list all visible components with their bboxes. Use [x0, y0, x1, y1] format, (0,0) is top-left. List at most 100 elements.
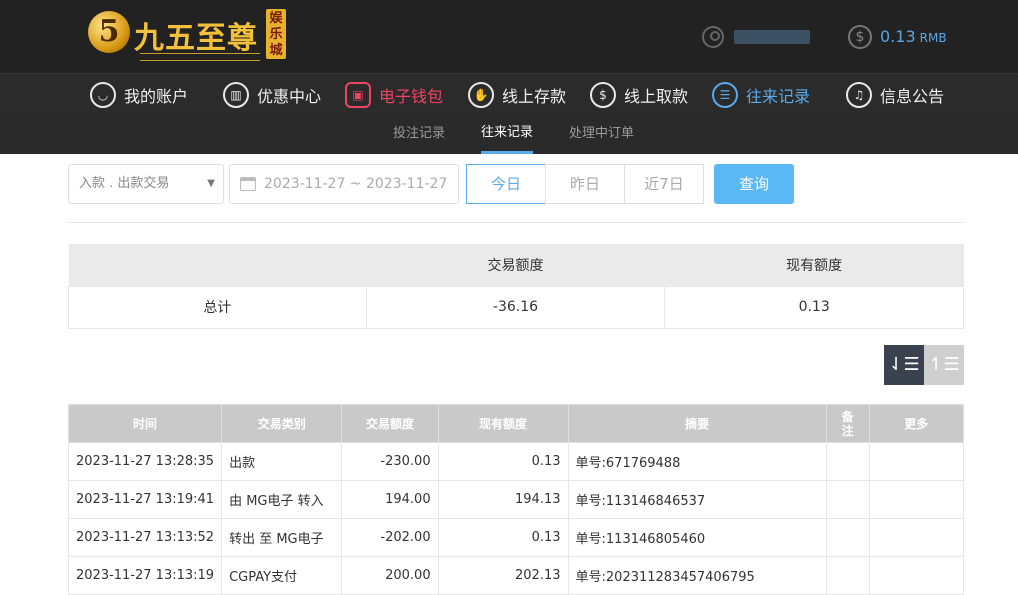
- column-header-amount[interactable]: 交易额度: [341, 404, 439, 443]
- cell-balance: 202.13: [437, 556, 569, 595]
- cell-more[interactable]: [868, 442, 965, 481]
- nav-item-promotions[interactable]: ▥ 优惠中心: [223, 74, 321, 115]
- column-header-type[interactable]: 交易类别: [221, 404, 343, 443]
- cell-amount: 194.00: [341, 480, 439, 519]
- date-range-input[interactable]: 2023-11-27 ~ 2023-11-27: [229, 164, 459, 204]
- cell-summary: 单号:671769488: [567, 442, 827, 481]
- deposit-icon: ✋: [468, 81, 494, 108]
- nav-item-account[interactable]: ◡ 我的账户: [90, 74, 188, 115]
- summary-header-cell: [68, 244, 367, 286]
- coin-icon: $: [848, 25, 872, 49]
- sort-ascending-icon: ↿☰: [928, 354, 960, 375]
- transaction-type-select[interactable]: 入款 . 出款交易 ▼: [68, 164, 224, 204]
- withdraw-icon: $: [590, 81, 616, 108]
- user-icon[interactable]: [702, 26, 724, 48]
- date-range-value: 2023-11-27 ~ 2023-11-27: [264, 176, 448, 192]
- cell-time: 2023-11-27 13:13:52: [67, 518, 223, 557]
- cell-type: 转出 至 MG电子: [221, 518, 343, 557]
- chevron-down-icon: ▼: [207, 178, 215, 189]
- username-masked: [734, 30, 810, 44]
- column-header-more[interactable]: 更多: [868, 404, 965, 443]
- cell-more[interactable]: [868, 480, 965, 519]
- balance-unit: RMB: [919, 31, 947, 45]
- records-header-row: 时间 交易类别 交易额度 现有额度 摘要 备注 更多: [67, 404, 965, 443]
- cell-amount: 200.00: [341, 556, 439, 595]
- user-icon: ◡: [90, 81, 116, 108]
- nav-item-label: 往来记录: [746, 86, 811, 106]
- nav-item-records[interactable]: ☰ 往来记录: [712, 74, 810, 115]
- tab-transaction-records[interactable]: 往来记录: [481, 114, 534, 154]
- sort-ascending-button[interactable]: ↿☰: [924, 345, 964, 385]
- summary-cell-balance: 0.13: [664, 285, 964, 329]
- select-value: 入款 . 出款交易: [79, 176, 170, 191]
- search-button[interactable]: 查询: [714, 164, 794, 204]
- nav-item-label: 线上存款: [502, 86, 567, 106]
- column-header-balance[interactable]: 现有额度: [437, 404, 569, 443]
- summary-cell-amount: -36.16: [365, 285, 666, 329]
- nav-item-announcements[interactable]: ♫ 信息公告: [846, 74, 944, 115]
- cell-summary: 单号:113146846537: [567, 480, 827, 519]
- tab-pending-orders[interactable]: 处理中订单: [569, 114, 634, 154]
- summary-cell-label: 总计: [68, 285, 367, 329]
- last-7-days-button[interactable]: 近7日: [624, 164, 704, 204]
- nav-item-label: 优惠中心: [257, 86, 322, 106]
- cell-note: [825, 518, 870, 557]
- cell-more[interactable]: [868, 556, 965, 595]
- nav-item-deposit[interactable]: ✋ 线上存款: [468, 74, 566, 115]
- cell-note: [825, 442, 870, 481]
- column-header-summary[interactable]: 摘要: [567, 404, 827, 443]
- column-header-note[interactable]: 备注: [825, 404, 870, 443]
- nav-item-wallet[interactable]: ▣ 电子钱包: [345, 74, 443, 115]
- cell-time: 2023-11-27 13:19:41: [67, 480, 223, 519]
- cell-type: CGPAY支付: [221, 556, 343, 595]
- table-row[interactable]: 2023-11-27 13:13:52 转出 至 MG电子 -202.00 0.…: [67, 518, 965, 557]
- cell-more[interactable]: [868, 518, 965, 557]
- cell-balance: 0.13: [437, 518, 569, 557]
- records-icon: ☰: [712, 81, 738, 108]
- nav-item-label: 我的账户: [124, 86, 189, 106]
- summary-table: 交易额度 现有额度 总计 -36.16 0.13: [68, 244, 964, 329]
- cell-note: [825, 556, 870, 595]
- balance-display: 0.13 RMB: [880, 27, 947, 46]
- sort-descending-button[interactable]: ⇃☰: [884, 345, 924, 385]
- site-logo[interactable]: 5 九五至尊 娱乐城: [88, 9, 288, 64]
- cell-balance: 0.13: [437, 442, 569, 481]
- logo-text: 九五至尊: [134, 21, 258, 56]
- summary-header-row: 交易额度 现有额度: [68, 244, 964, 286]
- sort-descending-icon: ⇃☰: [888, 354, 920, 375]
- top-header: 5 九五至尊 娱乐城 $ 0.13 RMB: [0, 0, 1018, 73]
- logo-mark: 5: [88, 11, 130, 53]
- today-button[interactable]: 今日: [466, 164, 546, 204]
- column-header-time[interactable]: 时间: [67, 404, 223, 443]
- nav-item-withdraw[interactable]: $ 线上取款: [590, 74, 688, 115]
- balance-value: 0.13: [880, 27, 916, 46]
- calendar-icon: [240, 177, 256, 191]
- gift-icon: ▥: [223, 81, 249, 108]
- divider: [68, 222, 964, 223]
- tab-bet-records[interactable]: 投注记录: [393, 114, 445, 154]
- bell-icon: ♫: [846, 81, 872, 108]
- cell-amount: -230.00: [341, 442, 439, 481]
- cell-type: 由 MG电子 转入: [221, 480, 343, 519]
- nav-item-label: 线上取款: [624, 86, 689, 106]
- table-row[interactable]: 2023-11-27 13:19:41 由 MG电子 转入 194.00 194…: [67, 480, 965, 519]
- cell-type: 出款: [221, 442, 343, 481]
- cell-time: 2023-11-27 13:13:19: [67, 556, 223, 595]
- nav-item-label: 电子钱包: [379, 86, 444, 106]
- summary-header-cell: 交易额度: [366, 244, 665, 286]
- nav-item-label: 信息公告: [880, 86, 945, 106]
- table-row[interactable]: 2023-11-27 13:13:19 CGPAY支付 200.00 202.1…: [67, 556, 965, 595]
- table-row[interactable]: 2023-11-27 13:28:35 出款 -230.00 0.13 单号:6…: [67, 442, 965, 481]
- cell-amount: -202.00: [341, 518, 439, 557]
- cell-note: [825, 480, 870, 519]
- logo-badge: 娱乐城: [266, 9, 286, 59]
- yesterday-button[interactable]: 昨日: [545, 164, 625, 204]
- wallet-icon: ▣: [345, 81, 371, 108]
- summary-header-cell: 现有额度: [664, 244, 964, 286]
- cell-summary: 单号:202311283457406795: [567, 556, 827, 595]
- records-table: 时间 交易类别 交易额度 现有额度 摘要 备注 更多 2023-11-27 13…: [67, 404, 965, 595]
- cell-time: 2023-11-27 13:28:35: [67, 442, 223, 481]
- summary-total-row: 总计 -36.16 0.13: [68, 285, 964, 329]
- cell-summary: 单号:113146805460: [567, 518, 827, 557]
- sub-nav: 投注记录 往来记录 处理中订单: [0, 114, 1018, 154]
